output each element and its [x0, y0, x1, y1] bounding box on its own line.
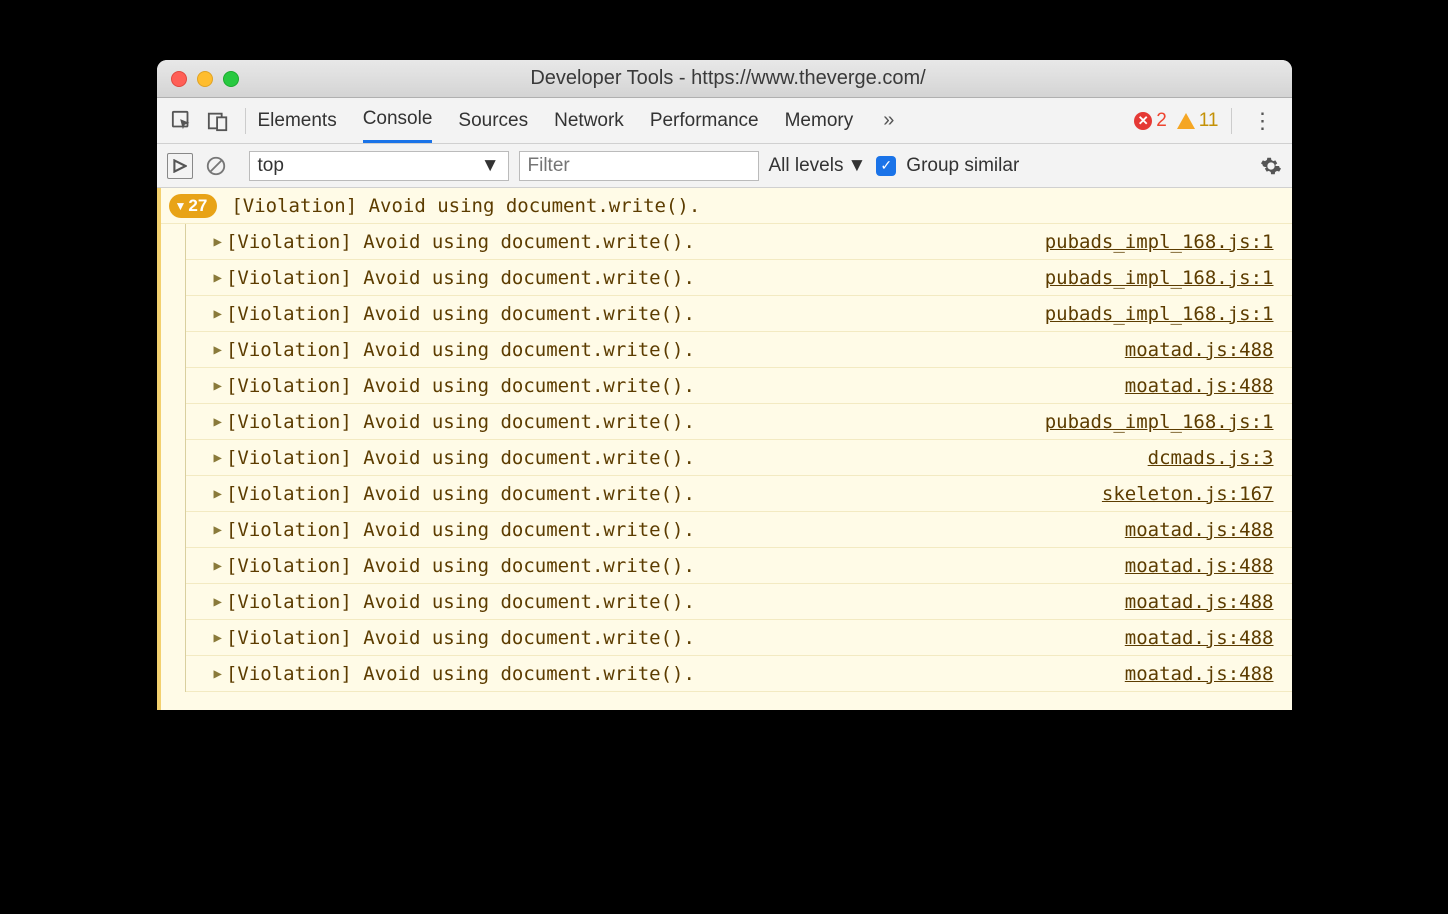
- error-count: 2: [1156, 110, 1167, 132]
- tab-console[interactable]: Console: [363, 98, 433, 143]
- log-row[interactable]: ▶[Violation] Avoid using document.write(…: [186, 512, 1292, 548]
- levels-label: All levels: [769, 155, 844, 177]
- filter-input[interactable]: [519, 151, 759, 181]
- warning-icon: [1177, 113, 1195, 129]
- group-similar-checkbox[interactable]: ✓: [876, 156, 896, 176]
- expand-caret-icon[interactable]: ▶: [214, 630, 222, 646]
- log-source-link[interactable]: moatad.js:488: [1125, 591, 1292, 613]
- device-toolbar-icon[interactable]: [203, 106, 233, 136]
- log-source-link[interactable]: moatad.js:488: [1125, 519, 1292, 541]
- panel-tabs: Elements Console Sources Network Perform…: [258, 98, 1129, 143]
- log-row[interactable]: ▶[Violation] Avoid using document.write(…: [186, 368, 1292, 404]
- log-message: [Violation] Avoid using document.write()…: [226, 231, 1045, 253]
- expand-caret-icon[interactable]: ▶: [214, 414, 222, 430]
- group-message: [Violation] Avoid using document.write()…: [231, 195, 700, 217]
- clear-console-icon[interactable]: [203, 153, 229, 179]
- log-row[interactable]: ▶[Violation] Avoid using document.write(…: [186, 548, 1292, 584]
- expand-caret-icon[interactable]: ▶: [214, 450, 222, 466]
- expand-caret-icon[interactable]: ▶: [214, 234, 222, 250]
- error-icon: ✕: [1134, 112, 1152, 130]
- log-row[interactable]: ▶[Violation] Avoid using document.write(…: [186, 404, 1292, 440]
- log-message: [Violation] Avoid using document.write()…: [226, 663, 1125, 685]
- log-row[interactable]: ▶[Violation] Avoid using document.write(…: [186, 224, 1292, 260]
- log-source-link[interactable]: moatad.js:488: [1125, 555, 1292, 577]
- window-title: Developer Tools - https://www.theverge.c…: [179, 67, 1278, 90]
- titlebar: Developer Tools - https://www.theverge.c…: [157, 60, 1292, 98]
- log-message: [Violation] Avoid using document.write()…: [226, 339, 1125, 361]
- more-tabs-button[interactable]: »: [879, 109, 898, 132]
- tab-sources[interactable]: Sources: [458, 98, 528, 143]
- expand-caret-icon[interactable]: ▶: [214, 306, 222, 322]
- warning-count: 11: [1199, 110, 1219, 132]
- log-level-select[interactable]: All levels ▼: [769, 155, 867, 177]
- log-message: [Violation] Avoid using document.write()…: [226, 303, 1045, 325]
- tab-elements[interactable]: Elements: [258, 98, 337, 143]
- inspect-element-icon[interactable]: [167, 106, 197, 136]
- log-message: [Violation] Avoid using document.write()…: [226, 411, 1045, 433]
- log-row[interactable]: ▶[Violation] Avoid using document.write(…: [186, 440, 1292, 476]
- log-message: [Violation] Avoid using document.write()…: [226, 267, 1045, 289]
- divider: [245, 108, 246, 134]
- expand-caret-icon[interactable]: ▶: [214, 486, 222, 502]
- execution-context-select[interactable]: top ▼: [249, 151, 509, 181]
- log-row[interactable]: ▶[Violation] Avoid using document.write(…: [186, 296, 1292, 332]
- log-source-link[interactable]: pubads_impl_168.js:1: [1045, 411, 1292, 433]
- expand-caret-icon[interactable]: ▶: [214, 558, 222, 574]
- status-badges: ✕ 2 11: [1134, 110, 1218, 132]
- divider: [1231, 108, 1232, 134]
- log-source-link[interactable]: moatad.js:488: [1125, 663, 1292, 685]
- log-message: [Violation] Avoid using document.write()…: [226, 627, 1125, 649]
- group-count: 27: [188, 196, 207, 216]
- tab-bar: Elements Console Sources Network Perform…: [157, 98, 1292, 144]
- log-row[interactable]: ▶[Violation] Avoid using document.write(…: [186, 332, 1292, 368]
- log-row[interactable]: ▶[Violation] Avoid using document.write(…: [186, 260, 1292, 296]
- expand-caret-icon[interactable]: ▶: [214, 522, 222, 538]
- settings-menu-button[interactable]: ⋮: [1244, 108, 1282, 134]
- tab-network[interactable]: Network: [554, 98, 624, 143]
- context-value: top: [258, 155, 284, 177]
- expand-caret-icon[interactable]: ▶: [214, 342, 222, 358]
- log-row[interactable]: ▶[Violation] Avoid using document.write(…: [186, 620, 1292, 656]
- log-source-link[interactable]: moatad.js:488: [1125, 375, 1292, 397]
- log-source-link[interactable]: pubads_impl_168.js:1: [1045, 267, 1292, 289]
- log-message: [Violation] Avoid using document.write()…: [226, 447, 1148, 469]
- log-row[interactable]: ▶[Violation] Avoid using document.write(…: [186, 656, 1292, 692]
- chevron-down-icon: ▼: [481, 155, 500, 177]
- group-count-badge: ▼ 27: [169, 194, 218, 218]
- console-settings-icon[interactable]: [1260, 155, 1282, 177]
- tab-performance[interactable]: Performance: [650, 98, 759, 143]
- expand-caret-icon[interactable]: ▶: [214, 666, 222, 682]
- tab-memory[interactable]: Memory: [785, 98, 854, 143]
- log-group-header[interactable]: ▼ 27 [Violation] Avoid using document.wr…: [161, 188, 1292, 224]
- console-toolbar: top ▼ All levels ▼ ✓ Group similar: [157, 144, 1292, 188]
- log-source-link[interactable]: moatad.js:488: [1125, 627, 1292, 649]
- chevron-down-icon: ▼: [847, 155, 866, 177]
- show-console-sidebar-icon[interactable]: [167, 153, 193, 179]
- log-rows: ▶[Violation] Avoid using document.write(…: [185, 224, 1292, 692]
- chevron-down-icon: ▼: [175, 199, 187, 213]
- log-source-link[interactable]: moatad.js:488: [1125, 339, 1292, 361]
- log-message: [Violation] Avoid using document.write()…: [226, 591, 1125, 613]
- expand-caret-icon[interactable]: ▶: [214, 378, 222, 394]
- log-row[interactable]: ▶[Violation] Avoid using document.write(…: [186, 476, 1292, 512]
- log-message: [Violation] Avoid using document.write()…: [226, 483, 1102, 505]
- devtools-window: Developer Tools - https://www.theverge.c…: [157, 60, 1292, 710]
- log-source-link[interactable]: pubads_impl_168.js:1: [1045, 303, 1292, 325]
- expand-caret-icon[interactable]: ▶: [214, 594, 222, 610]
- log-message: [Violation] Avoid using document.write()…: [226, 555, 1125, 577]
- log-message: [Violation] Avoid using document.write()…: [226, 375, 1125, 397]
- warning-count-badge[interactable]: 11: [1177, 110, 1219, 132]
- expand-caret-icon[interactable]: ▶: [214, 270, 222, 286]
- console-output: ▼ 27 [Violation] Avoid using document.wr…: [157, 188, 1292, 710]
- log-source-link[interactable]: pubads_impl_168.js:1: [1045, 231, 1292, 253]
- log-source-link[interactable]: skeleton.js:167: [1102, 483, 1292, 505]
- log-row[interactable]: ▶[Violation] Avoid using document.write(…: [186, 584, 1292, 620]
- group-similar-label: Group similar: [906, 155, 1019, 177]
- log-message: [Violation] Avoid using document.write()…: [226, 519, 1125, 541]
- log-source-link[interactable]: dcmads.js:3: [1148, 447, 1292, 469]
- error-count-badge[interactable]: ✕ 2: [1134, 110, 1167, 132]
